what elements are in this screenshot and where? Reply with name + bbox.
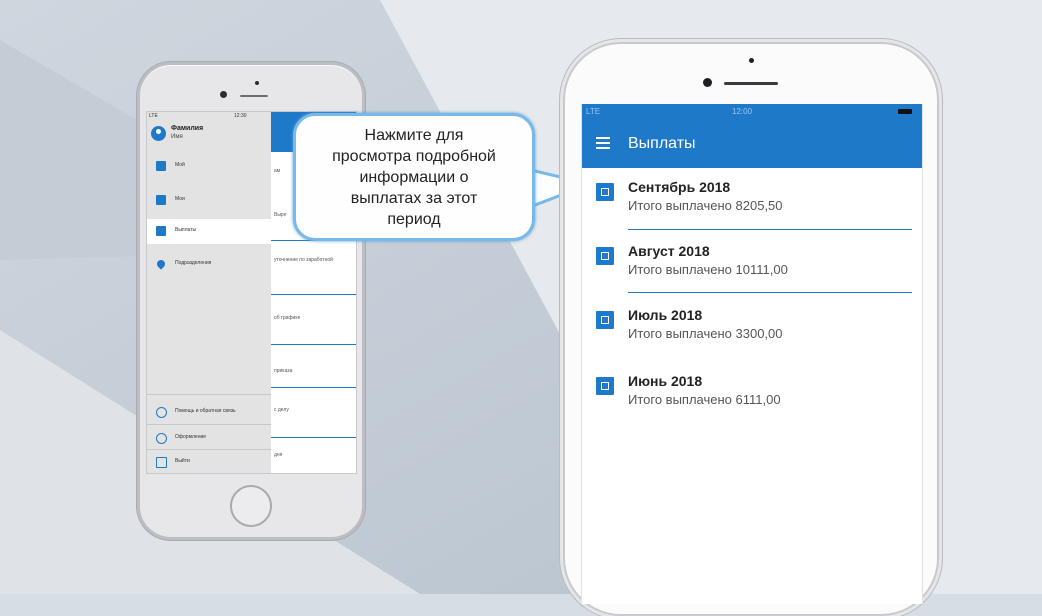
wallet-icon	[596, 311, 614, 329]
payment-list-item[interactable]: Июль 2018 Итого выплачено 3300,00	[582, 304, 922, 364]
phone-speaker	[724, 82, 778, 85]
payment-list-item[interactable]: Сентябрь 2018 Итого выплачено 8205,50	[582, 176, 922, 236]
drawer-item-calendar[interactable]: Мой	[147, 154, 271, 179]
peek-text: с делу	[274, 407, 289, 413]
drawer-item-payments[interactable]: Выплаты	[147, 219, 271, 244]
wallet-icon	[596, 183, 614, 201]
hamburger-menu-icon[interactable]	[596, 137, 610, 149]
drawer-item-label: Мой	[175, 162, 185, 168]
drawer-user-header[interactable]: Фамилия Имя	[151, 124, 263, 148]
status-bar: LTE 12:30	[149, 113, 269, 121]
list-divider	[628, 229, 912, 230]
signal-text: LTE	[586, 107, 601, 116]
briefcase-icon	[156, 195, 166, 205]
payment-period: Июнь 2018	[628, 373, 703, 389]
callout-text: Нажмите для просмотра подробной информац…	[332, 126, 496, 228]
drawer-item-label: Оформление	[175, 434, 207, 440]
payment-total: Итого выплачено 8205,50	[628, 198, 783, 213]
payment-total: Итого выплачено 10111,00	[628, 262, 788, 277]
right-phone: LTE 12:00 Выплаты Сентябрь 2018 Итого вы…	[563, 42, 939, 616]
phone-speaker	[240, 95, 268, 97]
payment-list-item[interactable]: Август 2018 Итого выплачено 10111,00	[582, 240, 922, 300]
payment-total: Итого выплачено 3300,00	[628, 326, 783, 341]
wallet-icon	[156, 226, 166, 236]
help-icon	[156, 407, 167, 418]
navigation-drawer: LTE 12:30 Фамилия Имя Мой Мои Выплаты По…	[147, 112, 271, 473]
payment-period: Август 2018	[628, 243, 710, 259]
peek-divider	[271, 294, 356, 295]
peek-text: приказа	[274, 368, 293, 374]
drawer-item-info[interactable]: Оформление	[147, 426, 271, 451]
page-title: Выплаты	[628, 135, 696, 152]
list-divider	[628, 292, 912, 293]
peek-divider	[271, 387, 356, 388]
drawer-item-departments[interactable]: Подразделения	[147, 252, 271, 277]
avatar-icon	[151, 126, 166, 141]
drawer-divider	[147, 394, 271, 395]
phone-sensor	[255, 81, 259, 85]
payment-total: Итого выплачено 6111,00	[628, 392, 781, 407]
app-bar: LTE 12:00 Выплаты	[582, 104, 922, 168]
payment-period: Сентябрь 2018	[628, 179, 731, 195]
peek-divider	[271, 344, 356, 345]
logout-icon	[156, 457, 167, 468]
status-bar: LTE 12:00	[582, 104, 922, 118]
drawer-item-logout[interactable]: Выйти	[147, 450, 271, 473]
home-button[interactable]	[230, 485, 272, 527]
wallet-icon	[596, 247, 614, 265]
phone-sensor	[749, 58, 754, 63]
payment-period: Июль 2018	[628, 307, 703, 323]
drawer-divider	[147, 424, 271, 425]
calendar-icon	[156, 161, 166, 171]
peek-text: дня	[274, 452, 283, 458]
tooltip-callout: Нажмите для просмотра подробной информац…	[293, 113, 535, 241]
user-name: Фамилия	[171, 125, 204, 132]
payment-list-item[interactable]: Июнь 2018 Итого выплачено 6111,00	[582, 370, 922, 430]
location-pin-icon	[155, 258, 167, 270]
user-subtitle: Имя	[171, 134, 183, 140]
peek-divider	[271, 437, 356, 438]
phone-camera	[220, 91, 227, 98]
battery-icon	[898, 109, 912, 114]
info-icon	[156, 433, 167, 444]
drawer-item-help[interactable]: Помощь и обратная связь	[147, 400, 271, 425]
phone-camera	[703, 78, 712, 87]
right-phone-screen: LTE 12:00 Выплаты Сентябрь 2018 Итого вы…	[581, 104, 923, 604]
peek-text: об графике	[274, 315, 301, 321]
drawer-item-label: Помощь и обратная связь	[175, 408, 236, 414]
peek-text: уточнение по заработной	[274, 257, 333, 263]
time-text: 12:00	[732, 107, 753, 116]
drawer-item-label: Выйти	[175, 458, 190, 464]
wallet-icon	[596, 377, 614, 395]
drawer-item-label: Подразделения	[175, 260, 212, 266]
drawer-item-briefcase[interactable]: Мои	[147, 188, 271, 213]
drawer-item-label: Мои	[175, 196, 185, 202]
signal-text: LTE	[149, 113, 158, 119]
drawer-item-label: Выплаты	[175, 227, 197, 233]
time-text: 12:30	[234, 113, 247, 119]
